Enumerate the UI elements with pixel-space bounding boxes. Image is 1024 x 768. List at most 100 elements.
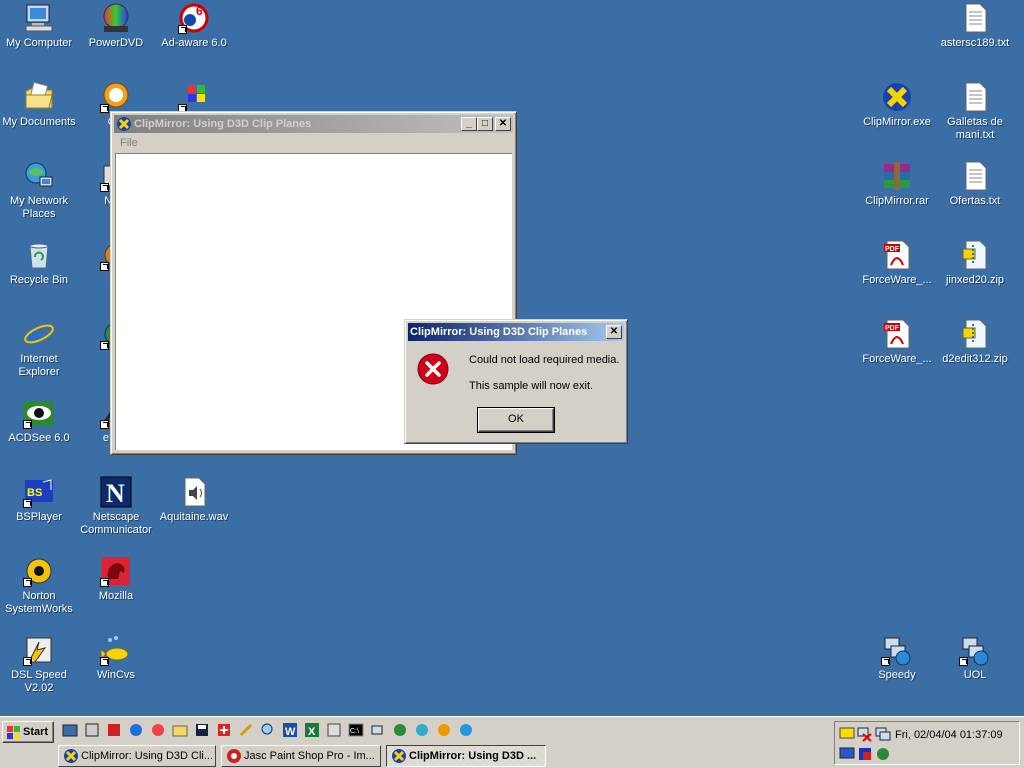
- ql-folder-icon[interactable]: [172, 722, 188, 738]
- main-window-titlebar[interactable]: ClipMirror: Using D3D Clip Planes _ □ ✕: [114, 115, 513, 133]
- acdsee-eye-icon: [23, 397, 55, 429]
- task-label: ClipMirror: Using D3D Cli...: [81, 750, 214, 762]
- desktop-icon-my-computer[interactable]: My Computer: [0, 2, 78, 50]
- ql-first-aid-icon[interactable]: [216, 722, 232, 738]
- desktop-icon-astersc189[interactable]: astersc189.txt: [936, 2, 1014, 50]
- desktop-icon-my-documents[interactable]: My Documents: [0, 81, 78, 129]
- desktop-icon-d2edit312[interactable]: d2edit312.zip: [936, 318, 1014, 366]
- desktop-icon-label: My Documents: [2, 116, 76, 128]
- desktop-icon-label: Recycle Bin: [9, 274, 69, 286]
- tray-monitor-icon[interactable]: [839, 746, 855, 762]
- wincvs-fish-icon: [100, 634, 132, 666]
- error-icon: [417, 353, 449, 385]
- desktop-icon-galletas[interactable]: Galletas de mani.txt: [936, 81, 1014, 142]
- network-connection-icon: [959, 634, 991, 666]
- ql-messenger-icon[interactable]: [414, 722, 430, 738]
- shortcut-arrow-icon: [100, 578, 109, 587]
- shortcut-arrow-icon: [100, 341, 109, 350]
- ql-network-icon[interactable]: [370, 722, 386, 738]
- folder-icon: [23, 81, 55, 113]
- windows-update-icon: [178, 81, 210, 113]
- clock[interactable]: Fri, 02/04/04 01:37:09: [895, 729, 1003, 741]
- taskbar-task-paint-shop-pro[interactable]: Jasc Paint Shop Pro - Im...: [221, 745, 381, 767]
- shortcut-arrow-icon: [959, 657, 968, 666]
- svg-text:C:\: C:\: [350, 728, 359, 735]
- desktop-icon-label: Aquitaine.wav: [159, 511, 229, 523]
- ql-pencil-icon[interactable]: [238, 722, 254, 738]
- desktop-icon-internet-explorer[interactable]: e Internet Explorer: [0, 318, 78, 379]
- desktop-icon-recycle-bin[interactable]: Recycle Bin: [0, 239, 78, 287]
- menu-file[interactable]: File: [120, 137, 138, 149]
- desktop-icon-clipmirror-exe[interactable]: ClipMirror.exe: [858, 81, 936, 129]
- desktop-icon-label: Internet Explorer: [18, 353, 60, 378]
- taskbar-task-clipmirror-1[interactable]: ClipMirror: Using D3D Cli...: [58, 745, 216, 767]
- ql-ie-icon[interactable]: [128, 722, 144, 738]
- desktop-icon-forceware-1[interactable]: PDF ForceWare_...: [858, 239, 936, 287]
- ql-app-icon[interactable]: [326, 722, 342, 738]
- dialog-titlebar[interactable]: ClipMirror: Using D3D Clip Planes ✕: [408, 323, 624, 341]
- desktop-icon-norton-systemworks[interactable]: Norton SystemWorks: [0, 555, 78, 616]
- desktop-icon-forceware-2[interactable]: PDF ForceWare_...: [858, 318, 936, 366]
- tray-network-icon[interactable]: [875, 726, 891, 742]
- system-tray: Fri, 02/04/04 01:37:09: [834, 721, 1020, 765]
- desktop-icon-netscape[interactable]: N Netscape Communicator: [77, 476, 155, 537]
- ql-save-icon[interactable]: [194, 722, 210, 738]
- ql-desktop-icon[interactable]: [62, 722, 78, 738]
- tray-virus-scan-icon[interactable]: [875, 746, 891, 762]
- desktop-icon-label: astersc189.txt: [940, 37, 1010, 49]
- ql-ie-icon[interactable]: [458, 722, 474, 738]
- tray-app-icon[interactable]: [857, 746, 873, 762]
- error-message-line2: This sample will now exit.: [469, 380, 594, 392]
- desktop-icon-aquitaine[interactable]: Aquitaine.wav: [155, 476, 233, 524]
- desktop-icon-bsplayer[interactable]: BS BSPlayer: [0, 476, 78, 524]
- desktop-icon-label: PowerDVD: [88, 37, 144, 49]
- tray-network-disconnected-icon[interactable]: [857, 726, 873, 742]
- desktop-icon-my-network-places[interactable]: My Network Places: [0, 160, 78, 221]
- desktop-icon-uol[interactable]: UOL: [936, 634, 1014, 682]
- ql-excel-icon[interactable]: X: [304, 722, 320, 738]
- svg-text:X: X: [308, 726, 316, 738]
- svg-text:6: 6: [196, 4, 203, 18]
- ql-pro-icon[interactable]: [392, 722, 408, 738]
- svg-text:PDF: PDF: [885, 246, 900, 253]
- pdf-file-icon: PDF: [881, 318, 913, 350]
- tray-icon[interactable]: [839, 726, 855, 742]
- desktop-icon-acdsee[interactable]: ACDSee 6.0: [0, 397, 78, 445]
- minimize-button[interactable]: _: [461, 117, 477, 131]
- ql-app-icon[interactable]: [150, 722, 166, 738]
- desktop-icon-label: Ad-aware 6.0: [161, 37, 227, 49]
- clipmirror-app-icon: [881, 81, 913, 113]
- ql-search-icon[interactable]: [260, 722, 276, 738]
- shortcut-arrow-icon: [23, 499, 32, 508]
- ql-cmd-icon[interactable]: C:\: [348, 722, 364, 738]
- desktop-icon-jinxed20[interactable]: jinxed20.zip: [936, 239, 1014, 287]
- close-button[interactable]: ✕: [495, 117, 511, 131]
- desktop-icon-label: Mozilla: [98, 590, 134, 602]
- desktop-icon-mozilla[interactable]: Mozilla: [77, 555, 155, 603]
- desktop-icon-ad-aware[interactable]: 6 Ad-aware 6.0: [155, 2, 233, 50]
- start-button[interactable]: Start: [2, 721, 54, 743]
- svg-text:BS: BS: [27, 487, 42, 499]
- desktop-icon-label: ACDSee 6.0: [8, 432, 70, 444]
- desktop-icon-wincvs[interactable]: WinCvs: [77, 634, 155, 682]
- desktop-icon-powerdvd[interactable]: PowerDVD: [77, 2, 155, 50]
- error-dialog[interactable]: ClipMirror: Using D3D Clip Planes ✕ Coul…: [404, 319, 628, 444]
- desktop-icon-ofertas[interactable]: Ofertas.txt: [936, 160, 1014, 208]
- ql-app-icon[interactable]: [436, 722, 452, 738]
- svg-text:PDF: PDF: [885, 325, 900, 332]
- desktop-icon-speedy[interactable]: Speedy: [858, 634, 936, 682]
- network-connection-icon: [881, 634, 913, 666]
- shortcut-arrow-icon: [100, 657, 109, 666]
- maximize-button[interactable]: □: [477, 117, 493, 131]
- ql-app-icon[interactable]: [84, 722, 100, 738]
- desktop-icon-clipmirror-rar[interactable]: ClipMirror.rar: [858, 160, 936, 208]
- dialog-close-button[interactable]: ✕: [606, 325, 622, 339]
- ad-aware-icon: 6: [178, 2, 210, 34]
- ql-word-icon[interactable]: W: [282, 722, 298, 738]
- svg-text:W: W: [285, 726, 296, 738]
- taskbar-task-clipmirror-2[interactable]: ClipMirror: Using D3D ...: [386, 745, 546, 767]
- app-icon: [100, 81, 132, 113]
- ok-button[interactable]: OK: [477, 407, 555, 433]
- desktop-icon-dsl-speed[interactable]: DSL Speed V2.02: [0, 634, 78, 695]
- ql-mozilla-icon[interactable]: [106, 722, 122, 738]
